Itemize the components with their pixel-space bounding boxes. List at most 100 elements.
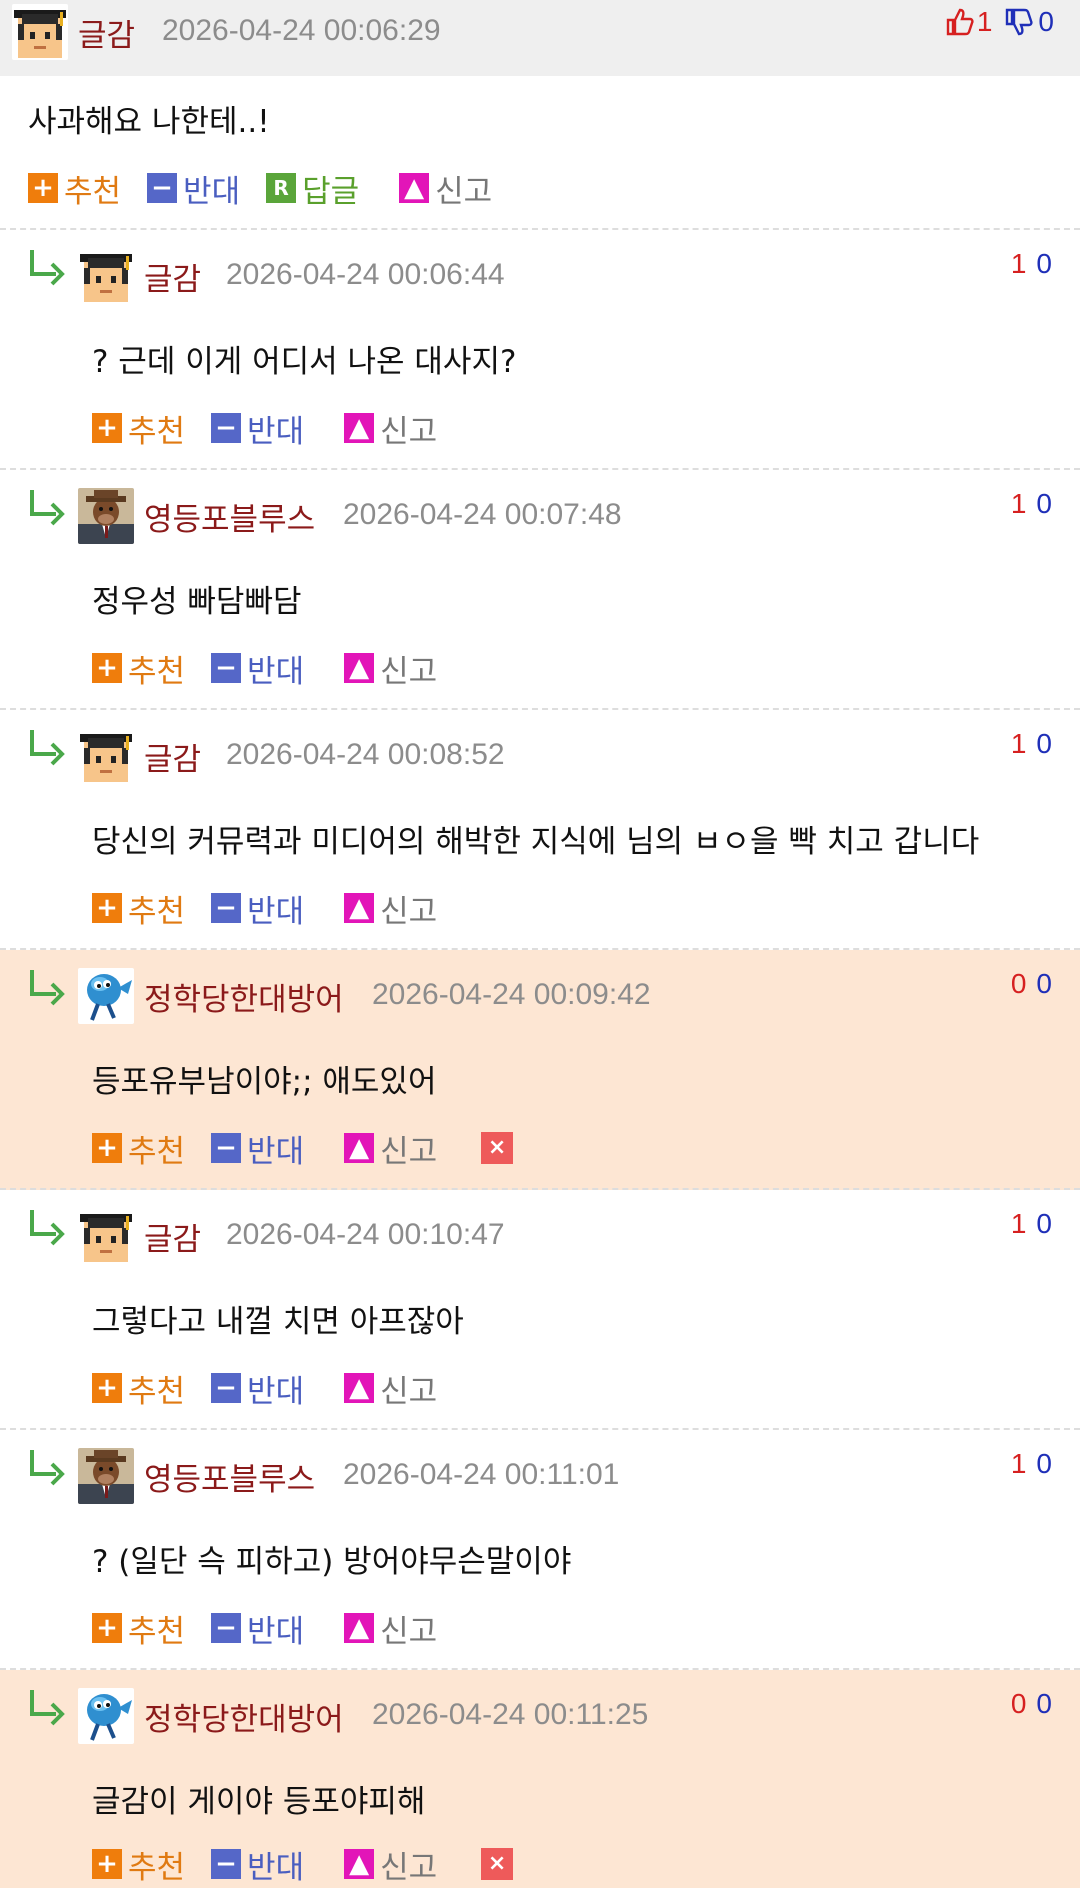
comment-item: 정학당한대방어 2026-04-24 00:11:25 00 글감이 게이야 등… — [0, 1670, 1080, 1888]
author-name[interactable]: 글감 — [144, 1214, 201, 1259]
down-count: 0 — [1038, 6, 1054, 37]
siren-icon: ▲ — [344, 1613, 375, 1643]
comment-timestamp: 2026-04-24 00:06:44 — [226, 258, 505, 291]
plus-icon: + — [28, 173, 58, 203]
report-button[interactable]: ▲ 신고 — [344, 886, 437, 931]
siren-icon: ▲ — [344, 1133, 375, 1163]
siren-icon: ▲ — [344, 893, 375, 923]
avatar[interactable] — [78, 728, 134, 784]
oppose-button[interactable]: − 반대 — [211, 1126, 304, 1171]
comment-body: 등포유부남이야;; 애도있어 — [92, 1064, 437, 1100]
oppose-button[interactable]: − 반대 — [211, 886, 304, 931]
avatar[interactable] — [78, 1208, 134, 1264]
report-button[interactable]: ▲ 신고 — [344, 1126, 437, 1171]
delete-button[interactable]: × — [463, 1848, 519, 1880]
close-icon: × — [481, 1848, 514, 1880]
siren-icon: ▲ — [344, 1849, 375, 1879]
comment-item: 글감 2026-04-24 00:10:47 10 그렇다고 내껄 치면 아프잖… — [0, 1190, 1080, 1430]
report-button[interactable]: ▲ 신고 — [344, 1606, 437, 1651]
minus-icon: − — [211, 1133, 242, 1163]
down-count: 0 — [1036, 248, 1052, 279]
author-name[interactable]: 정학당한대방어 — [144, 1694, 344, 1739]
avatar[interactable] — [78, 1688, 134, 1744]
vote-counts: 10 — [1011, 488, 1052, 520]
recommend-button[interactable]: + 추천 — [92, 1126, 185, 1171]
siren-icon: ▲ — [344, 1373, 375, 1403]
comment-actions: + 추천 − 반대 ▲ 신고 — [92, 886, 463, 931]
report-button[interactable]: ▲ 신고 — [344, 406, 437, 451]
minus-icon: − — [211, 413, 242, 443]
vote-counts: 10 — [1011, 728, 1052, 760]
oppose-button[interactable]: − 반대 — [211, 1842, 304, 1887]
recommend-button[interactable]: + 추천 — [92, 1606, 185, 1651]
report-button[interactable]: ▲ 신고 — [344, 646, 437, 691]
comment-actions: + 추천 − 반대 ▲ 신고 — [92, 1606, 463, 1651]
avatar[interactable] — [12, 4, 68, 60]
recommend-button[interactable]: + 추천 — [92, 1366, 185, 1411]
vote-counts: 10 — [1011, 248, 1052, 280]
comment-item: 글감 2026-04-24 00:08:52 10 당신의 커뮤력과 미디어의 … — [0, 710, 1080, 950]
reply-arrow-icon — [26, 246, 66, 286]
siren-icon: ▲ — [344, 653, 375, 683]
avatar[interactable] — [78, 488, 134, 544]
up-count: 1 — [1010, 488, 1027, 519]
down-count: 0 — [1036, 1208, 1052, 1239]
delete-button[interactable]: × — [463, 1132, 519, 1164]
minus-icon: − — [211, 653, 242, 683]
author-name[interactable]: 영등포블루스 — [144, 1454, 315, 1499]
recommend-button[interactable]: + 추천 — [92, 886, 185, 931]
avatar[interactable] — [78, 248, 134, 304]
comment-body: 당신의 커뮤력과 미디어의 해박한 지식에 님의 ㅂㅇ을 빡 치고 갑니다 — [92, 824, 980, 860]
close-icon: × — [481, 1132, 514, 1164]
report-button[interactable]: ▲ 신고 — [344, 1366, 437, 1411]
author-name[interactable]: 정학당한대방어 — [144, 974, 344, 1019]
vote-counts: 00 — [1011, 968, 1052, 1000]
author-name[interactable]: 글감 — [144, 734, 201, 779]
comment-timestamp: 2026-04-24 00:09:42 — [372, 978, 651, 1011]
recommend-button[interactable]: + 추천 — [28, 166, 121, 211]
report-button[interactable]: ▲ 신고 — [344, 1842, 437, 1887]
reply-arrow-icon — [26, 1686, 66, 1726]
reply-arrow-icon — [26, 966, 66, 1006]
vote-counts: 1 0 — [945, 6, 1054, 38]
oppose-button[interactable]: − 반대 — [211, 1366, 304, 1411]
vote-counts: 00 — [1011, 1688, 1052, 1720]
comment-timestamp: 2026-04-24 00:06:29 — [162, 14, 441, 47]
reply-arrow-icon — [26, 1446, 66, 1486]
plus-icon: + — [92, 1849, 122, 1879]
up-count: 0 — [1010, 968, 1027, 999]
plus-icon: + — [92, 653, 122, 683]
avatar[interactable] — [78, 968, 134, 1024]
comment-timestamp: 2026-04-24 00:07:48 — [343, 498, 622, 531]
avatar[interactable] — [78, 1448, 134, 1504]
reply-button[interactable]: R 답글 — [266, 166, 359, 211]
comment-body: ? 근데 이게 어디서 나온 대사지? — [92, 344, 517, 380]
oppose-button[interactable]: − 반대 — [211, 1606, 304, 1651]
report-button[interactable]: ▲ 신고 — [399, 166, 492, 211]
comment-body: 정우성 빠담빠담 — [92, 584, 302, 620]
minus-icon: − — [147, 173, 178, 203]
comment-body: 그렇다고 내껄 치면 아프잖아 — [92, 1304, 464, 1340]
comment-item: 글감 2026-04-24 00:06:44 10 ? 근데 이게 어디서 나온… — [0, 230, 1080, 470]
minus-icon: − — [211, 1613, 242, 1643]
oppose-button[interactable]: − 반대 — [211, 406, 304, 451]
recommend-button[interactable]: + 추천 — [92, 406, 185, 451]
oppose-button[interactable]: − 반대 — [147, 166, 240, 211]
comment-item: 글감 2026-04-24 00:06:29 1 0 사과해요 나한테..! +… — [0, 0, 1080, 230]
recommend-button[interactable]: + 추천 — [92, 646, 185, 691]
siren-icon: ▲ — [399, 173, 430, 203]
comment-actions: + 추천 − 반대 ▲ 신고 × — [92, 1126, 545, 1171]
recommend-button[interactable]: + 추천 — [92, 1842, 185, 1887]
comment-actions: + 추천 − 반대 ▲ 신고 — [92, 1366, 463, 1411]
reply-arrow-icon — [26, 486, 66, 526]
author-name[interactable]: 글감 — [78, 10, 135, 55]
author-name[interactable]: 글감 — [144, 254, 201, 299]
down-count: 0 — [1036, 1448, 1052, 1479]
up-count: 1 — [1010, 1448, 1027, 1479]
author-name[interactable]: 영등포블루스 — [144, 494, 315, 539]
minus-icon: − — [211, 1849, 242, 1879]
comment-body: 글감이 게이야 등포야피해 — [92, 1784, 426, 1820]
plus-icon: + — [92, 1133, 122, 1163]
oppose-button[interactable]: − 반대 — [211, 646, 304, 691]
minus-icon: − — [211, 893, 242, 923]
